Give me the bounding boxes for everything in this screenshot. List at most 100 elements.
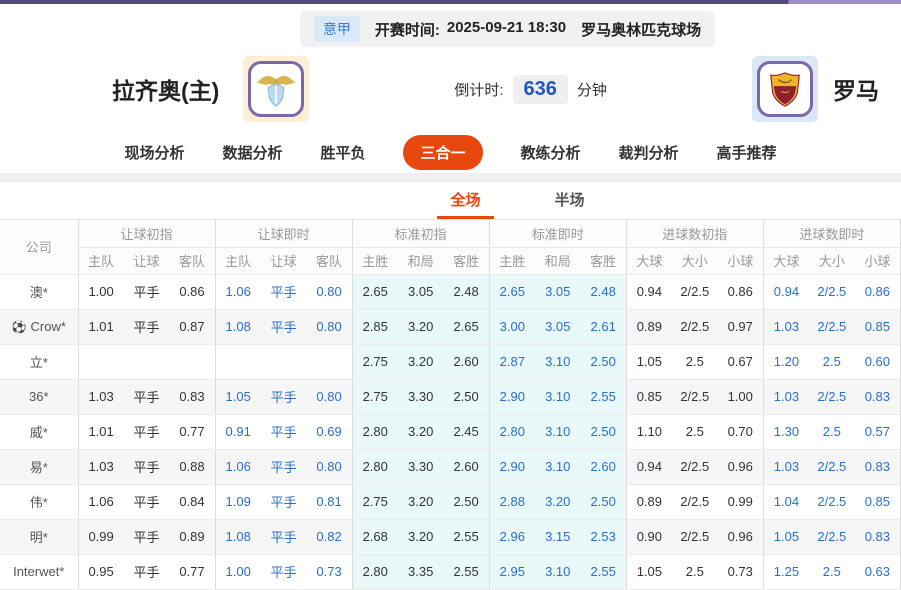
odds-cell[interactable]: 1.30 (763, 414, 809, 449)
odds-cell[interactable]: 0.57 (855, 414, 901, 449)
odds-cell[interactable]: 0.83 (855, 519, 901, 554)
tab-1[interactable]: 数据分析 (222, 136, 282, 169)
odds-cell[interactable]: 1.25 (763, 554, 809, 589)
odds-cell[interactable]: 2.90 (489, 449, 535, 484)
odds-cell[interactable]: 1.06 (215, 449, 261, 484)
odds-cell[interactable]: 2.61 (581, 309, 627, 344)
odds-cell[interactable]: 3.05 (535, 274, 581, 309)
odds-cell[interactable]: 2.55 (581, 554, 627, 589)
tab-3[interactable]: 三合一 (403, 135, 482, 170)
subtab-0[interactable]: 全场 (437, 182, 493, 219)
odds-cell[interactable]: 平手 (261, 449, 307, 484)
odds-cell[interactable]: 2.87 (489, 344, 535, 379)
sub-header: 小球 (718, 247, 764, 274)
odds-cell[interactable]: 3.10 (535, 414, 581, 449)
odds-cell[interactable]: 0.63 (855, 554, 901, 589)
odds-cell[interactable]: 0.80 (306, 379, 352, 414)
odds-cell[interactable]: 1.08 (215, 519, 261, 554)
odds-cell[interactable]: 0.80 (306, 449, 352, 484)
odds-cell[interactable]: 2.5 (809, 414, 855, 449)
odds-cell[interactable]: 0.69 (306, 414, 352, 449)
odds-cell[interactable]: 3.20 (535, 484, 581, 519)
odds-cell[interactable]: 2.60 (581, 449, 627, 484)
odds-cell[interactable]: 0.80 (306, 309, 352, 344)
company-cell: 立* (0, 344, 78, 379)
odds-cell: 0.77 (169, 554, 215, 589)
tab-0[interactable]: 现场分析 (124, 136, 184, 169)
odds-cell[interactable]: 0.83 (855, 379, 901, 414)
odds-cell[interactable]: 3.10 (535, 554, 581, 589)
odds-cell[interactable]: 1.03 (763, 449, 809, 484)
odds-cell[interactable]: 2/2.5 (809, 449, 855, 484)
odds-cell[interactable]: 2/2.5 (809, 379, 855, 414)
odds-cell[interactable]: 1.05 (215, 379, 261, 414)
odds-cell[interactable]: 2.53 (581, 519, 627, 554)
odds-cell[interactable]: 2/2.5 (809, 484, 855, 519)
odds-cell[interactable]: 3.10 (535, 344, 581, 379)
odds-cell[interactable]: 2/2.5 (809, 274, 855, 309)
odds-cell[interactable]: 2.96 (489, 519, 535, 554)
table-row: 立*2.753.202.602.873.102.501.052.50.671.2… (0, 344, 901, 379)
odds-cell: 0.95 (78, 554, 124, 589)
odds-cell[interactable]: 平手 (261, 379, 307, 414)
odds-cell: 平手 (124, 449, 170, 484)
odds-cell[interactable]: 平手 (261, 484, 307, 519)
odds-cell[interactable]: 2.88 (489, 484, 535, 519)
odds-cell[interactable]: 1.06 (215, 274, 261, 309)
odds-cell[interactable]: 1.08 (215, 309, 261, 344)
odds-cell[interactable]: 0.73 (306, 554, 352, 589)
odds-cell[interactable]: 0.83 (855, 449, 901, 484)
odds-cell[interactable]: 2.55 (581, 379, 627, 414)
odds-cell[interactable]: 0.82 (306, 519, 352, 554)
odds-cell[interactable]: 3.00 (489, 309, 535, 344)
odds-cell[interactable]: 1.00 (215, 554, 261, 589)
odds-cell[interactable]: 2/2.5 (809, 309, 855, 344)
odds-cell[interactable]: 0.81 (306, 484, 352, 519)
odds-cell[interactable]: 0.80 (306, 274, 352, 309)
odds-cell[interactable]: 0.91 (215, 414, 261, 449)
odds-cell (306, 344, 352, 379)
odds-cell[interactable]: 2.48 (581, 274, 627, 309)
odds-cell[interactable]: 1.20 (763, 344, 809, 379)
odds-cell[interactable]: 2.50 (581, 484, 627, 519)
odds-cell[interactable]: 平手 (261, 519, 307, 554)
tab-2[interactable]: 胜平负 (320, 136, 365, 169)
odds-cell[interactable]: 1.03 (763, 379, 809, 414)
odds-cell[interactable]: 平手 (261, 274, 307, 309)
odds-cell[interactable]: 0.94 (763, 274, 809, 309)
odds-cell[interactable]: 2.65 (489, 274, 535, 309)
tab-6[interactable]: 高手推荐 (717, 136, 777, 169)
tab-5[interactable]: 裁判分析 (619, 136, 679, 169)
tab-4[interactable]: 教练分析 (521, 136, 581, 169)
league-badge[interactable]: 意甲 (314, 16, 360, 42)
odds-cell[interactable]: 1.03 (763, 309, 809, 344)
odds-cell[interactable]: 2.90 (489, 379, 535, 414)
odds-cell[interactable]: 1.04 (763, 484, 809, 519)
top-progress-line (0, 0, 901, 4)
odds-cell[interactable]: 平手 (261, 309, 307, 344)
odds-cell[interactable]: 2.5 (809, 554, 855, 589)
odds-cell[interactable]: 2.50 (581, 414, 627, 449)
odds-cell[interactable]: 2.50 (581, 344, 627, 379)
odds-cell[interactable]: 2.80 (489, 414, 535, 449)
odds-cell[interactable]: 平手 (261, 554, 307, 589)
odds-cell[interactable]: 0.85 (855, 484, 901, 519)
odds-cell[interactable]: 3.10 (535, 379, 581, 414)
odds-cell[interactable]: 1.05 (763, 519, 809, 554)
odds-cell[interactable]: 0.85 (855, 309, 901, 344)
odds-cell[interactable]: 2.95 (489, 554, 535, 589)
odds-cell[interactable]: 3.10 (535, 449, 581, 484)
subtab-1[interactable]: 半场 (542, 182, 598, 219)
odds-cell[interactable]: 2/2.5 (809, 519, 855, 554)
odds-cell[interactable]: 0.86 (855, 274, 901, 309)
odds-cell[interactable]: 3.15 (535, 519, 581, 554)
odds-cell[interactable]: 平手 (261, 414, 307, 449)
soccer-ball-icon: ⚽ (12, 320, 27, 334)
odds-cell: 2.5 (672, 344, 718, 379)
odds-cell[interactable]: 3.05 (535, 309, 581, 344)
odds-cell[interactable]: 0.60 (855, 344, 901, 379)
home-team-logo (243, 56, 309, 122)
odds-cell[interactable]: 1.09 (215, 484, 261, 519)
odds-cell: 2.75 (352, 379, 398, 414)
odds-cell[interactable]: 2.5 (809, 344, 855, 379)
